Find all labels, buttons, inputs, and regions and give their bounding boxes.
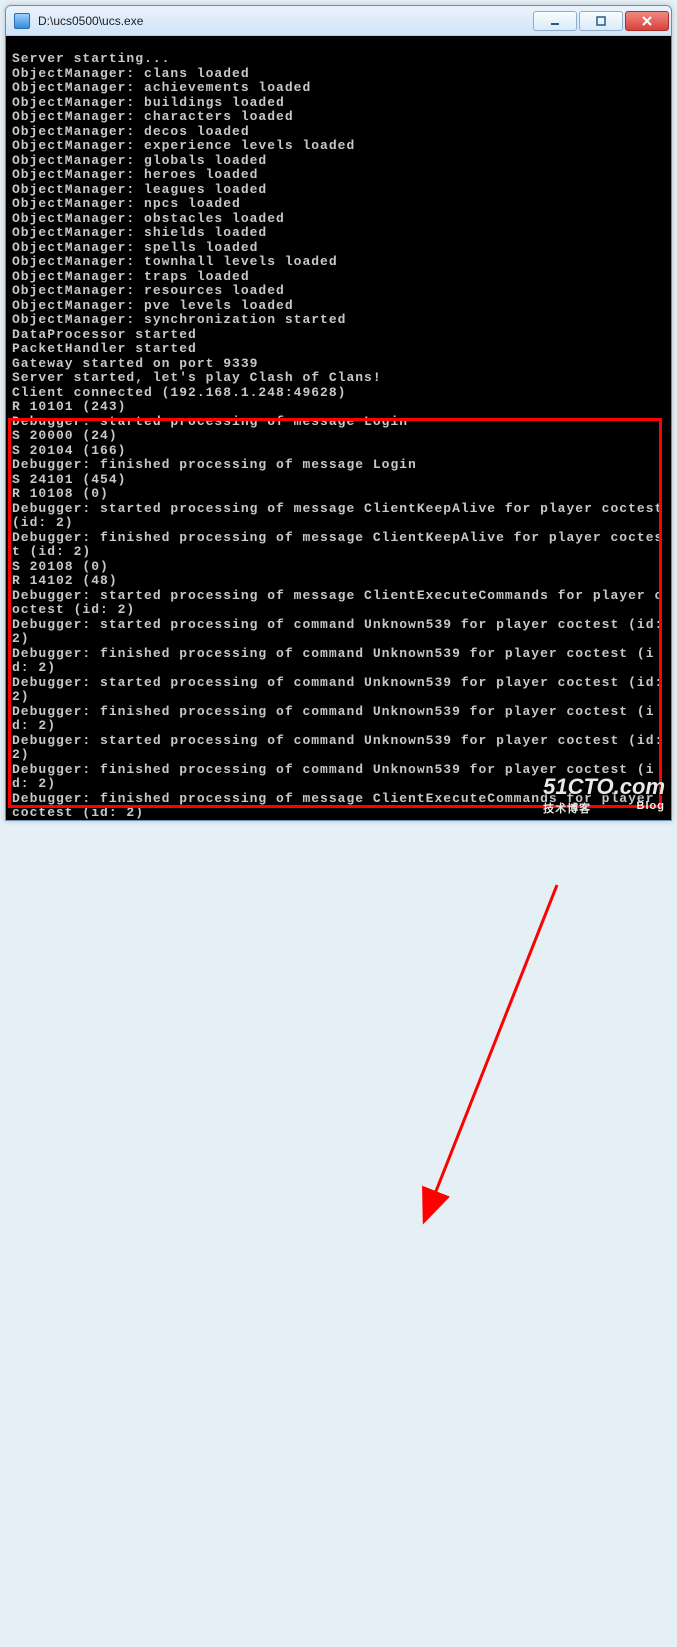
console-output: Server starting... ObjectManager: clans … <box>6 36 671 820</box>
close-icon <box>641 15 653 27</box>
titlebar[interactable]: D:\ucs0500\ucs.exe <box>6 6 671 36</box>
annotation-arrow <box>5 821 677 1647</box>
minimize-button[interactable] <box>533 11 577 31</box>
maximize-icon <box>595 15 607 27</box>
window-title: D:\ucs0500\ucs.exe <box>38 14 533 28</box>
close-button[interactable] <box>625 11 669 31</box>
app-window: D:\ucs0500\ucs.exe Server starting... Ob… <box>5 5 672 821</box>
maximize-button[interactable] <box>579 11 623 31</box>
minimize-icon <box>549 15 561 27</box>
app-icon <box>14 13 30 29</box>
window-controls <box>533 11 669 31</box>
